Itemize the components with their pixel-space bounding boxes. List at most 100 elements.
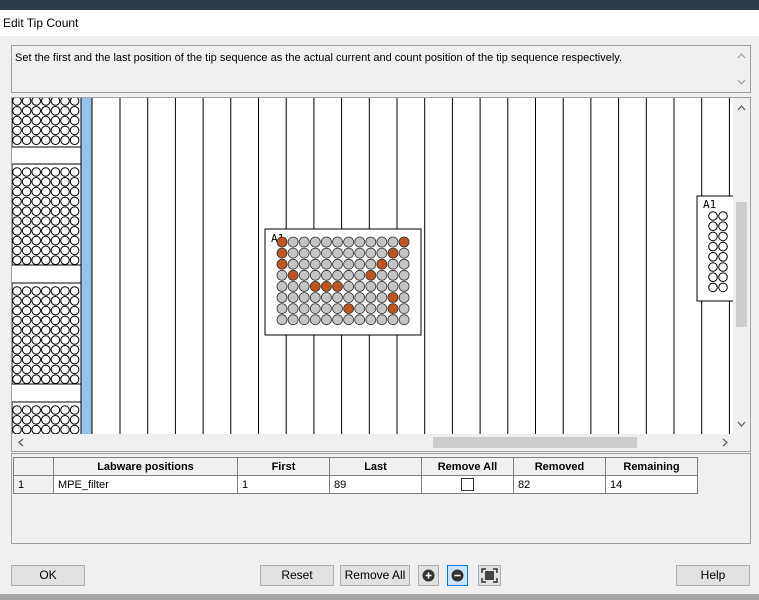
tip-well-highlighted: [309, 280, 321, 292]
fit-to-window-button[interactable]: [478, 565, 501, 586]
description-scrollbar[interactable]: [733, 46, 750, 92]
left-tip-well: [41, 335, 51, 345]
tip-well: [376, 269, 388, 281]
tip-well: [276, 269, 288, 281]
left-tip-well: [69, 354, 80, 365]
left-tip-well: [31, 286, 42, 296]
left-tip-well: [41, 345, 51, 355]
ok-button[interactable]: OK: [11, 565, 85, 586]
header-remove-all[interactable]: Remove All: [421, 457, 514, 476]
edge-tip-well: [718, 231, 728, 242]
cell-first[interactable]: 1: [237, 475, 330, 494]
remove-all-checkbox[interactable]: [461, 478, 474, 491]
left-tip-well: [31, 325, 42, 335]
horizontal-scroll-thumb[interactable]: [433, 437, 637, 448]
tip-well: [320, 258, 332, 270]
tip-count-table: Labware positions First Last Remove All …: [13, 457, 698, 494]
left-tip-well: [31, 364, 42, 375]
cell-remove-all[interactable]: [421, 475, 514, 494]
help-button[interactable]: Help: [676, 565, 750, 586]
left-tip-well: [69, 206, 80, 216]
header-removed[interactable]: Removed: [513, 457, 606, 476]
left-tip-well: [50, 115, 61, 126]
left-tip-well: [31, 315, 42, 326]
left-tip-well: [60, 216, 70, 226]
left-tip-well: [31, 206, 42, 216]
reset-button[interactable]: Reset: [260, 565, 334, 586]
left-tip-well: [50, 98, 61, 106]
edge-tip-well: [718, 262, 728, 272]
remove-all-button[interactable]: Remove All: [340, 565, 410, 586]
left-tip-well: [69, 125, 80, 136]
left-tip-well: [21, 167, 32, 177]
left-tip-well: [69, 106, 80, 116]
left-tip-well: [31, 235, 42, 246]
left-tip-well: [12, 167, 22, 177]
left-tip-well: [60, 315, 70, 326]
tip-well: [343, 236, 355, 248]
left-tip-well: [41, 325, 51, 335]
table-header-row: Labware positions First Last Remove All …: [13, 457, 698, 476]
tip-well: [320, 247, 332, 259]
tip-well: [398, 269, 410, 281]
tip-well: [298, 303, 310, 315]
left-tip-well: [31, 374, 42, 385]
deck-canvas[interactable]: A1A1: [12, 98, 734, 434]
left-tip-well: [31, 167, 42, 177]
header-remaining[interactable]: Remaining: [605, 457, 698, 476]
left-tip-well: [12, 125, 22, 136]
tip-well-highlighted: [343, 303, 355, 315]
left-tip-well: [41, 206, 51, 216]
tip-well: [365, 314, 377, 326]
left-tip-well: [60, 167, 70, 177]
header-labware-positions[interactable]: Labware positions: [53, 457, 238, 476]
tip-well-highlighted: [276, 236, 288, 248]
left-tip-well: [50, 206, 61, 216]
left-tip-well: [31, 226, 42, 236]
tip-well: [365, 258, 377, 270]
tip-well: [387, 280, 399, 292]
left-tip-well: [12, 354, 22, 365]
left-tip-well: [50, 125, 61, 136]
left-tip-well: [31, 405, 42, 415]
deck-horizontal-scrollbar[interactable]: [12, 434, 734, 451]
left-tip-well: [21, 405, 32, 415]
left-tip-well: [69, 305, 80, 316]
header-first[interactable]: First: [237, 457, 330, 476]
vertical-scroll-thumb[interactable]: [736, 202, 747, 327]
left-tip-well: [12, 245, 22, 256]
deck-view[interactable]: A1 A1: [11, 97, 751, 452]
os-top-bar: [0, 0, 759, 10]
left-tip-well: [69, 226, 80, 236]
left-tip-well: [60, 196, 70, 207]
left-tip-well: [41, 177, 51, 187]
tip-well: [398, 280, 410, 292]
left-tip-well: [21, 255, 32, 265]
zoom-in-icon: [422, 569, 435, 582]
left-tip-well: [60, 405, 70, 415]
table-row: 1 MPE_filter 1 89 82 14: [13, 475, 698, 494]
left-tip-well: [12, 98, 22, 106]
tip-well: [398, 314, 410, 326]
tip-well: [309, 236, 321, 248]
left-tip-well: [41, 255, 51, 265]
deck-vertical-scrollbar[interactable]: [733, 98, 750, 434]
left-tip-well: [12, 226, 22, 236]
scroll-corner: [733, 434, 750, 451]
left-tip-well: [50, 106, 61, 116]
tip-well-highlighted: [365, 269, 377, 281]
left-tip-well: [31, 424, 41, 434]
edge-labware-label: A1: [703, 198, 716, 211]
tip-well: [365, 247, 377, 259]
left-tip-well: [21, 216, 32, 226]
header-last[interactable]: Last: [329, 457, 422, 476]
zoom-in-button[interactable]: [418, 565, 439, 586]
cell-last[interactable]: 89: [329, 475, 422, 494]
tip-well: [309, 303, 321, 315]
left-tip-well: [12, 315, 22, 326]
zoom-out-button[interactable]: [447, 565, 468, 586]
cell-labware[interactable]: MPE_filter: [53, 475, 238, 494]
left-tip-well: [41, 196, 51, 207]
edge-tip-well: [708, 231, 718, 242]
left-tip-well: [31, 305, 42, 316]
